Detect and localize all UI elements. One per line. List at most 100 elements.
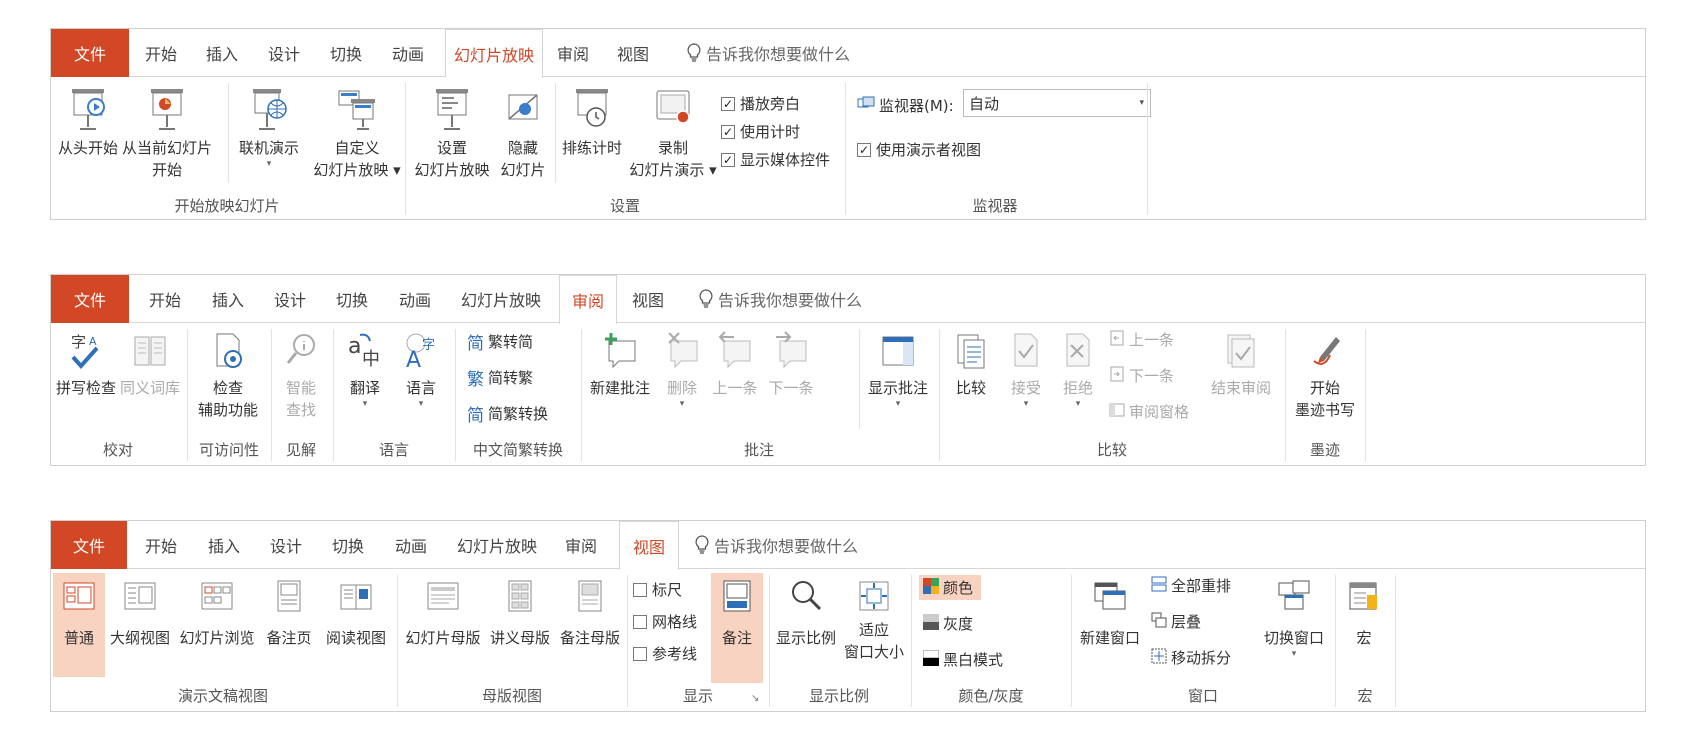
- language-icon: A字: [402, 331, 440, 377]
- notes-button[interactable]: 备注: [711, 573, 763, 683]
- from-current-button[interactable]: 从当前幻灯片 开始: [117, 81, 217, 191]
- tab-view[interactable]: 视图: [603, 29, 663, 77]
- next-change-button[interactable]: 下一条: [1109, 365, 1174, 386]
- present-online-button[interactable]: 联机演示 ▾: [231, 81, 307, 201]
- switch-windows-button[interactable]: 切换窗口 ▾: [1257, 573, 1331, 683]
- tab-insert[interactable]: 插入: [193, 521, 255, 569]
- fit-to-window-button[interactable]: 适应 窗口大小: [841, 573, 907, 683]
- notes-master-button[interactable]: 备注母版: [555, 573, 625, 677]
- tab-slideshow[interactable]: 幻灯片放映: [445, 29, 543, 78]
- new-comment-button[interactable]: 新建批注: [583, 325, 657, 431]
- reject-button[interactable]: 拒绝 ▾: [1051, 325, 1105, 435]
- tab-transitions[interactable]: 切换: [315, 29, 377, 77]
- magnifier-icon: [789, 579, 823, 619]
- tab-home[interactable]: 开始: [131, 29, 191, 77]
- smart-lookup-button[interactable]: 智能 查找: [273, 325, 329, 435]
- tab-home[interactable]: 开始: [133, 275, 197, 323]
- tab-design[interactable]: 设计: [253, 29, 315, 77]
- new-window-button[interactable]: 新建窗口: [1075, 573, 1145, 677]
- rehearse-timings-button[interactable]: 排练计时: [557, 81, 627, 191]
- reviewing-pane-button[interactable]: 审阅窗格: [1109, 401, 1189, 422]
- tab-file[interactable]: 文件: [51, 29, 129, 77]
- record-slideshow-button[interactable]: 录制 幻灯片演示 ▾: [627, 81, 719, 201]
- cascade-button[interactable]: 层叠: [1151, 611, 1201, 632]
- svg-text:字: 字: [71, 333, 86, 351]
- tab-design[interactable]: 设计: [259, 275, 321, 323]
- reading-view-button[interactable]: 阅读视图: [319, 573, 393, 677]
- start-inking-button[interactable]: 开始 墨迹书写: [1287, 325, 1363, 435]
- tab-view[interactable]: 视图: [619, 521, 679, 570]
- previous-comment-button[interactable]: 上一条: [707, 325, 763, 431]
- notes-page-button[interactable]: 备注页: [259, 573, 319, 677]
- previous-change-button[interactable]: 上一条: [1109, 329, 1174, 350]
- custom-slideshow-button[interactable]: 自定义 幻灯片放映 ▾: [307, 81, 407, 201]
- move-split-button[interactable]: 移动拆分: [1151, 647, 1231, 668]
- group-label-monitors: 监视器: [972, 197, 1018, 215]
- simp-to-trad-button[interactable]: 繁简转繁: [467, 365, 533, 390]
- delete-comment-label: 删除: [666, 379, 697, 397]
- slide-sorter-button[interactable]: 幻灯片浏览: [175, 573, 259, 677]
- tell-me-box[interactable]: 告诉我你想要做什么: [695, 521, 858, 569]
- show-comments-button[interactable]: 显示批注 ▾: [861, 325, 935, 435]
- delete-comment-button[interactable]: 删除 ▾: [657, 325, 707, 435]
- outline-view-button[interactable]: 大纲视图: [105, 573, 175, 677]
- tab-animations[interactable]: 动画: [383, 275, 447, 323]
- use-presenter-view-checkbox[interactable]: ✓ 使用演示者视图: [857, 139, 981, 160]
- translate-button[interactable]: a中 翻译 ▾: [337, 325, 393, 435]
- setup-slideshow-button[interactable]: 设置 幻灯片放映: [409, 81, 495, 191]
- tab-slideshow[interactable]: 幻灯片放映: [447, 275, 555, 323]
- tab-review[interactable]: 审阅: [559, 275, 617, 324]
- use-timings-checkbox[interactable]: ✓ 使用计时: [721, 121, 800, 142]
- play-narrations-checkbox[interactable]: ✓ 播放旁白: [721, 93, 800, 114]
- end-review-button[interactable]: 结束审阅: [1203, 325, 1279, 431]
- show-media-controls-checkbox[interactable]: ✓ 显示媒体控件: [721, 149, 830, 170]
- tab-file[interactable]: 文件: [51, 521, 127, 569]
- tab-file[interactable]: 文件: [51, 275, 129, 323]
- simp-trad-conversion-button[interactable]: 简简繁转换: [467, 401, 548, 426]
- ruler-checkbox[interactable]: 标尺: [633, 579, 682, 600]
- from-beginning-button[interactable]: 从头开始: [53, 81, 123, 191]
- next-comment-button[interactable]: 下一条: [763, 325, 819, 431]
- trad-to-simp-button[interactable]: 简繁转简: [467, 329, 533, 354]
- dialog-launcher-icon[interactable]: ↘: [751, 693, 759, 704]
- arrange-all-button[interactable]: 全部重排: [1151, 575, 1231, 596]
- compare-icon: [952, 331, 990, 377]
- slide-master-button[interactable]: 幻灯片母版: [401, 573, 485, 677]
- handout-master-button[interactable]: 讲义母版: [485, 573, 555, 677]
- hide-slide-button[interactable]: 隐藏 幻灯片: [495, 81, 551, 191]
- tab-review[interactable]: 审阅: [543, 29, 603, 77]
- group-label-comments: 批注: [743, 441, 774, 459]
- gridlines-checkbox[interactable]: 网格线: [633, 611, 697, 632]
- compare-button[interactable]: 比较: [943, 325, 999, 431]
- tab-view[interactable]: 视图: [617, 275, 679, 323]
- tab-insert[interactable]: 插入: [197, 275, 259, 323]
- black-white-button[interactable]: 黑白模式: [922, 649, 1003, 670]
- tell-me-box[interactable]: 告诉我你想要做什么: [687, 29, 850, 77]
- setup-slideshow-icon: [432, 87, 472, 137]
- check-accessibility-button[interactable]: 检查 辅助功能: [191, 325, 265, 435]
- accept-button[interactable]: 接受 ▾: [999, 325, 1053, 435]
- language-button[interactable]: A字 语言 ▾: [393, 325, 449, 435]
- tab-insert[interactable]: 插入: [191, 29, 253, 77]
- tab-home[interactable]: 开始: [129, 521, 193, 569]
- zoom-button[interactable]: 显示比例: [771, 573, 841, 677]
- tab-animations[interactable]: 动画: [377, 29, 439, 77]
- show-comments-label: 显示批注: [867, 379, 928, 397]
- color-button[interactable]: 颜色: [919, 575, 982, 600]
- monitor-select[interactable]: 自动 ▾: [963, 89, 1151, 117]
- tell-me-box[interactable]: 告诉我你想要做什么: [699, 275, 862, 323]
- guides-checkbox[interactable]: 参考线: [633, 643, 697, 664]
- tab-design[interactable]: 设计: [255, 521, 317, 569]
- macros-button[interactable]: 宏: [1339, 573, 1389, 677]
- tab-review[interactable]: 审阅: [551, 521, 611, 569]
- normal-view-button[interactable]: 普通: [53, 573, 105, 677]
- tab-animations[interactable]: 动画: [379, 521, 443, 569]
- grayscale-button[interactable]: 灰度: [923, 613, 973, 634]
- spelling-button[interactable]: 字A 拼写检查: [53, 325, 119, 431]
- svg-text:A: A: [406, 348, 421, 371]
- tab-transitions[interactable]: 切换: [317, 521, 379, 569]
- tab-transitions[interactable]: 切换: [321, 275, 383, 323]
- tab-slideshow[interactable]: 幻灯片放映: [443, 521, 551, 569]
- thesaurus-button[interactable]: 同义词库: [117, 325, 183, 431]
- cascade-icon: [1151, 612, 1167, 632]
